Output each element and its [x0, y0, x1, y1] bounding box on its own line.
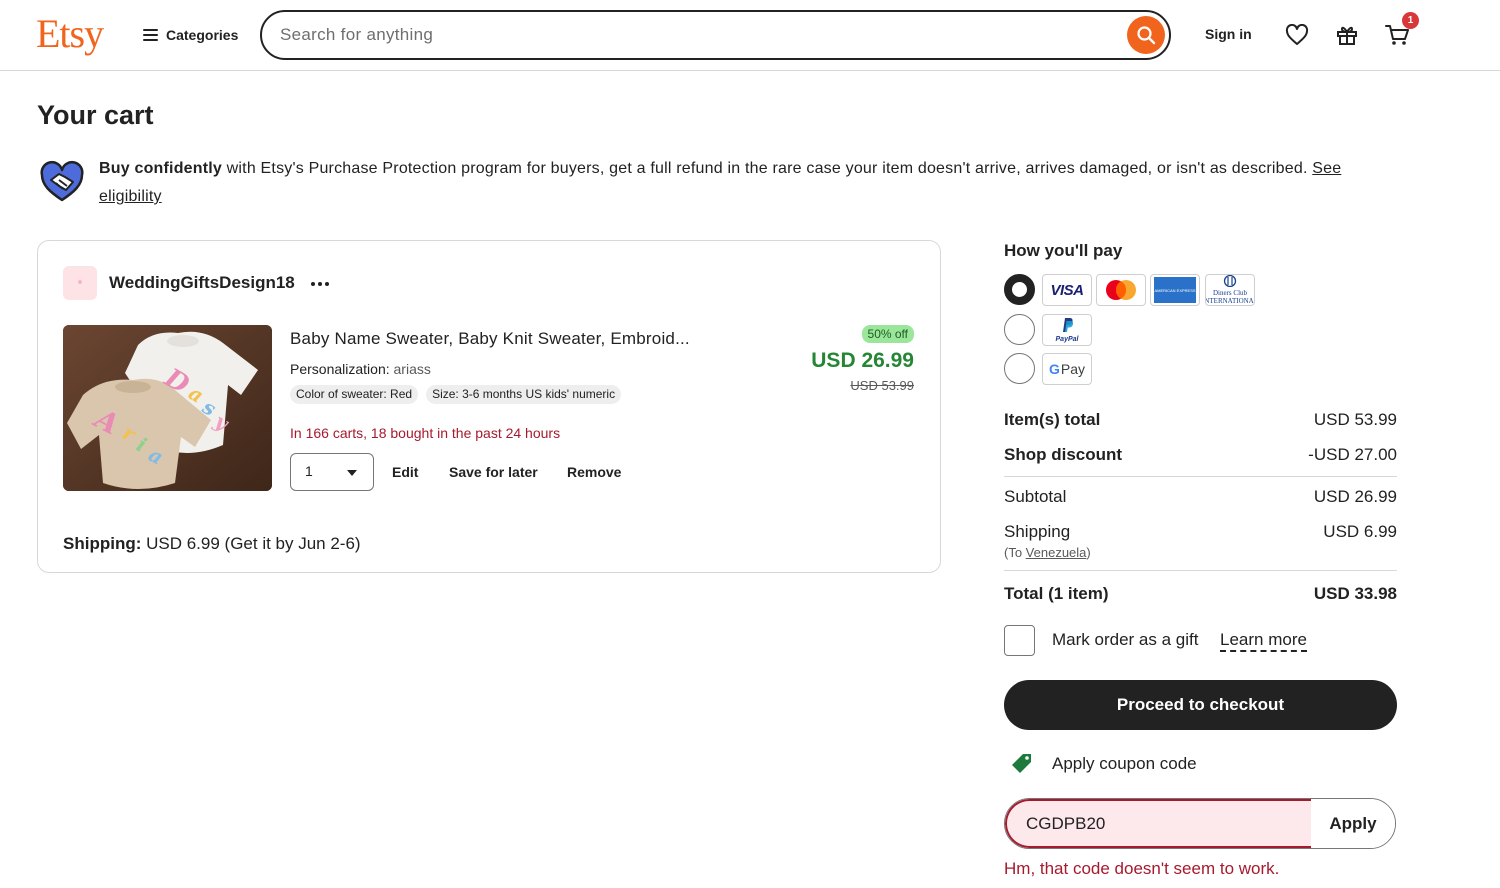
coupon-tag-icon [1010, 751, 1034, 775]
quantity-value: 1 [305, 463, 313, 479]
shipping-value: USD 6.99 (Get it by Jun 2-6) [146, 534, 361, 553]
shipping-country-link[interactable]: Venezuela [1026, 545, 1087, 560]
popularity-message: In 166 carts, 18 bought in the past 24 h… [290, 425, 561, 441]
payment-radio-cards[interactable] [1004, 274, 1035, 305]
purchase-protection-icon [38, 160, 86, 204]
total-row: Total (1 item) USD 33.98 [1004, 584, 1397, 604]
categories-button[interactable]: Categories [143, 24, 238, 46]
personalization-label: Personalization: [290, 361, 390, 377]
etsy-logo[interactable]: Etsy [36, 10, 104, 58]
proceed-to-checkout-button[interactable]: Proceed to checkout [1004, 680, 1397, 730]
protection-text: with Etsy's Purchase Protection program … [222, 160, 1313, 177]
google-pay-logo: G Pay [1042, 353, 1092, 385]
total-divider [1004, 570, 1397, 571]
diners-text: Diners Club INTERNATIONAL [1205, 289, 1255, 305]
amex-logo: AMERICAN EXPRESS [1150, 274, 1200, 306]
shop-discount-label: Shop discount [1004, 445, 1123, 464]
items-total-row: Item(s) total USD 53.99 [1004, 410, 1397, 430]
purchase-protection-message: Buy confidently with Etsy's Purchase Pro… [99, 155, 1399, 211]
payment-radio-paypal[interactable] [1004, 314, 1035, 345]
amex-text: AMERICAN EXPRESS [1154, 277, 1196, 303]
shop-discount-value: -USD 27.00 [1308, 445, 1397, 464]
payment-title: How you'll pay [1004, 241, 1123, 260]
variation-chips: Color of sweater: Red Size: 3-6 months U… [290, 385, 622, 404]
apply-coupon-button[interactable]: Apply [1311, 799, 1395, 848]
visa-text: VISA [1050, 281, 1084, 299]
shipping-destination: (To Venezuela) [1004, 545, 1091, 560]
protection-bold: Buy confidently [99, 160, 223, 177]
shipping-to-suffix: ) [1086, 545, 1091, 560]
coupon-code-input[interactable] [1005, 799, 1312, 848]
discount-badge: 50% off [861, 325, 914, 343]
cart-item-card: WeddingGiftsDesign18 D a s y A r i a Bab… [37, 240, 941, 573]
subtotal-value: USD 26.99 [1313, 487, 1397, 506]
original-price: USD 53.99 [850, 378, 914, 393]
summary-shipping-value: USD 6.99 [1323, 522, 1397, 541]
remove-button[interactable]: Remove [567, 464, 621, 480]
variation-chip-color: Color of sweater: Red [290, 385, 419, 404]
quantity-select[interactable]: 1 [290, 453, 374, 491]
diners-club-icon [1223, 275, 1237, 288]
product-title-link[interactable]: Baby Name Sweater, Baby Knit Sweater, Em… [290, 329, 690, 349]
personalization-info: Personalization: ariass [290, 361, 431, 377]
search-icon [1137, 26, 1156, 45]
payment-radio-gpay[interactable] [1004, 353, 1035, 384]
diners-club-logo: Diners Club INTERNATIONAL [1205, 274, 1255, 306]
gift-learn-more-link[interactable]: Learn more [1220, 630, 1307, 652]
edit-button[interactable]: Edit [392, 464, 418, 480]
shop-discount-row: Shop discount -USD 27.00 [1004, 445, 1397, 465]
coupon-error-message: Hm, that code doesn't seem to work. [1004, 859, 1280, 878]
visa-logo: VISA [1042, 274, 1092, 306]
paypal-icon [1063, 317, 1074, 332]
search-input[interactable] [280, 22, 1120, 48]
shop-more-options-button[interactable] [308, 274, 332, 294]
mastercard-icon [1106, 280, 1136, 300]
categories-label: Categories [166, 27, 239, 43]
cart-count-badge: 1 [1402, 12, 1419, 29]
chevron-down-icon [347, 470, 357, 476]
summary-shipping-label: Shipping [1004, 522, 1071, 541]
heart-icon [1285, 24, 1309, 45]
subtotal-row: Subtotal USD 26.99 [1004, 487, 1397, 507]
personalization-value: ariass [393, 361, 431, 377]
shipping-label: Shipping: [63, 534, 142, 553]
gift-checkbox[interactable] [1004, 625, 1035, 656]
paypal-text: PayPal [1055, 335, 1079, 343]
total-value: USD 33.98 [1313, 584, 1397, 603]
shipping-row: Shipping USD 6.99 [1004, 522, 1397, 542]
summary-divider [1004, 476, 1397, 477]
gift-icon [1337, 26, 1357, 45]
save-for-later-button[interactable]: Save for later [449, 464, 538, 480]
top-header: Etsy Categories Sign in [0, 0, 1500, 71]
product-image[interactable]: D a s y A r i a [63, 325, 272, 491]
shipping-info: Shipping: USD 6.99 (Get it by Jun 2-6) [63, 534, 361, 554]
current-price: USD 26.99 [811, 349, 914, 372]
apply-coupon-toggle[interactable]: Apply coupon code [1052, 754, 1197, 774]
gift-label: Mark order as a gift [1052, 630, 1199, 649]
menu-icon [143, 29, 158, 41]
sign-in-link[interactable]: Sign in [1205, 26, 1252, 42]
shop-name-link[interactable]: WeddingGiftsDesign18 [109, 273, 295, 293]
page-title: Your cart [37, 100, 154, 130]
search-button[interactable] [1127, 16, 1165, 54]
total-label: Total (1 item) [1004, 584, 1109, 603]
favorites-button[interactable] [1284, 22, 1310, 48]
items-total-label: Item(s) total [1004, 410, 1101, 429]
gpay-g: G [1048, 361, 1060, 377]
search-bar [260, 10, 1171, 60]
variation-chip-size: Size: 3-6 months US kids' numeric [426, 385, 622, 404]
shipping-to-prefix: (To [1004, 545, 1026, 560]
subtotal-label: Subtotal [1004, 487, 1067, 506]
coupon-form: Apply [1004, 798, 1396, 849]
gift-mode-button[interactable] [1334, 22, 1360, 48]
gpay-text: Pay [1060, 361, 1085, 377]
shop-avatar[interactable] [63, 266, 97, 300]
items-total-value: USD 53.99 [1313, 410, 1397, 429]
mastercard-logo [1096, 274, 1146, 306]
paypal-logo: PayPal [1042, 314, 1092, 346]
